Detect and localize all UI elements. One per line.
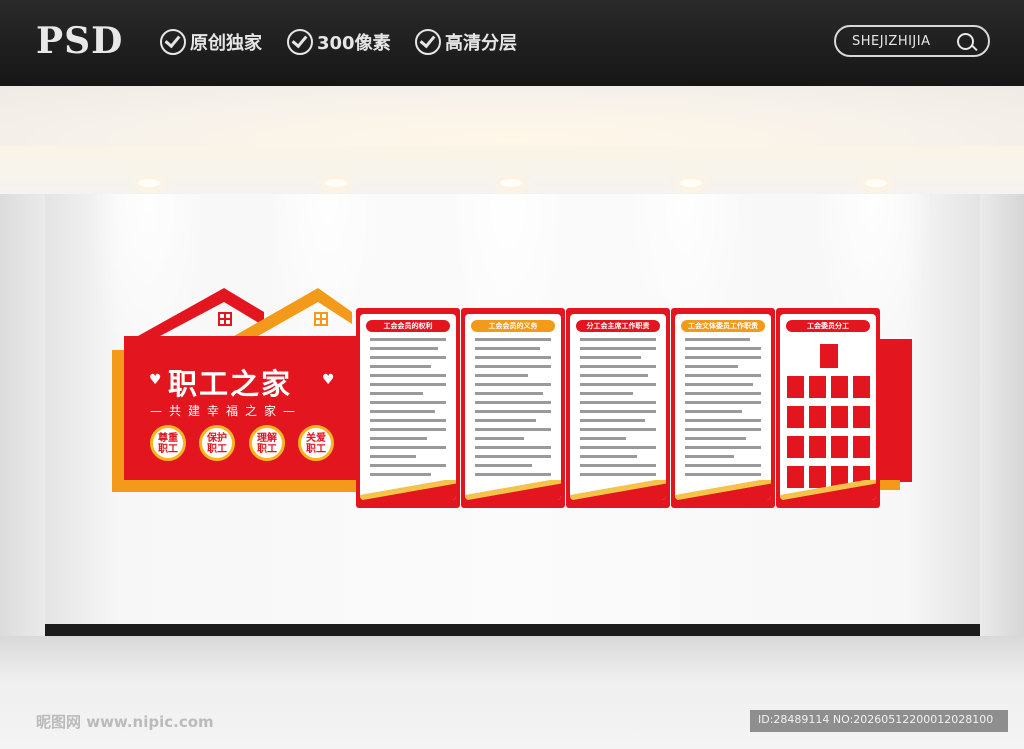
text-lines [370,338,446,482]
info-panel: 工会文体委员工作职责 [671,308,775,508]
info-panel: 工会委员分工 [776,308,880,508]
badge-original: 原创独家 [160,29,262,55]
spotlight [865,179,887,187]
check-circle-icon [415,29,441,55]
spotlight [325,179,347,187]
top-banner: PSD 原创独家 300像素 高清分层 SHEJIZHIJIA [0,0,1024,86]
wave-decor [360,480,456,500]
text-lines [685,338,761,482]
info-panel: 工会会员的权利 [356,308,460,508]
wave-decor [465,480,561,500]
panel-header: 工会会员的权利 [366,320,450,332]
site-watermark: 昵图网 www.nipic.com [36,713,214,731]
value-circle: 关爱 职工 [298,425,334,461]
display-subtitle: —共建幸福之家— [150,404,303,418]
info-panel: 工会会员的义务 [461,308,565,508]
spotlight [500,179,522,187]
badge-resolution: 300像素 [287,29,391,55]
panel-header: 分工会主席工作职责 [576,320,660,332]
search-icon[interactable] [957,33,974,50]
photo-placeholder [820,344,838,368]
spotlight [680,179,702,187]
psd-logo: PSD [36,20,124,62]
badge-layers: 高清分层 [415,29,517,55]
panel-header: 工会会员的义务 [471,320,555,332]
subtitle-text: 共建幸福之家 [169,404,284,418]
check-circle-icon [287,29,313,55]
value-circle: 保护 职工 [199,425,235,461]
right-pillar [980,194,1024,644]
text-lines [475,338,551,482]
wave-decor [675,480,771,500]
check-circle-icon [160,29,186,55]
search-box[interactable]: SHEJIZHIJIA [834,25,990,57]
spotlight [138,179,160,187]
floor [0,636,1024,749]
panel-header: 工会委员分工 [786,320,870,332]
image-id-text: ID:28489114 NO:20260512200012028100 [758,713,994,726]
heart-icon: ♥ [322,372,335,388]
search-label: SHEJIZHIJIA [852,34,931,49]
panel-header: 工会文体委员工作职责 [681,320,765,332]
wave-decor [780,480,876,500]
heart-icon: ♥ [149,372,162,388]
value-circle: 尊重 职工 [150,425,186,461]
house-roofs-icon [138,288,352,336]
wave-decor [570,480,666,500]
floor-baseboard [45,624,980,636]
info-panel: 分工会主席工作职责 [566,308,670,508]
value-circle: 理解 职工 [249,425,285,461]
text-lines [580,338,656,482]
left-pillar [0,194,45,644]
display-title: 职工之家 [168,367,293,401]
